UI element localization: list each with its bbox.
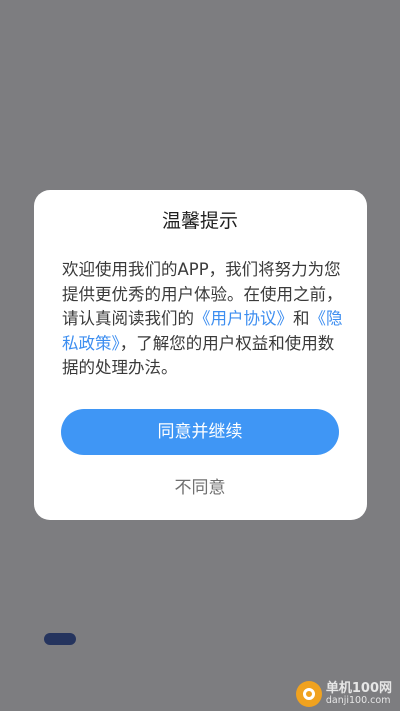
- watermark-logo-icon: [295, 681, 322, 707]
- dialog-message: 欢迎使用我们的APP，我们将努力为您提供更优秀的用户体验。在使用之前，请认真阅读…: [62, 258, 348, 381]
- dialog-title: 温馨提示: [161, 210, 238, 232]
- watermark-url: danji100.com: [325, 694, 391, 706]
- disagree-button[interactable]: 不同意: [140, 473, 260, 503]
- site-watermark: 单机100网 danji100.com: [295, 681, 392, 707]
- message-and: 和: [293, 309, 310, 328]
- user-agreement-link[interactable]: 《用户协议》: [194, 309, 293, 328]
- watermark-text: 单机100网 danji100.com: [326, 682, 392, 706]
- background-indicator: [44, 633, 76, 645]
- watermark-name: 单机100网: [325, 681, 392, 697]
- agree-continue-button[interactable]: 同意并继续: [61, 409, 339, 455]
